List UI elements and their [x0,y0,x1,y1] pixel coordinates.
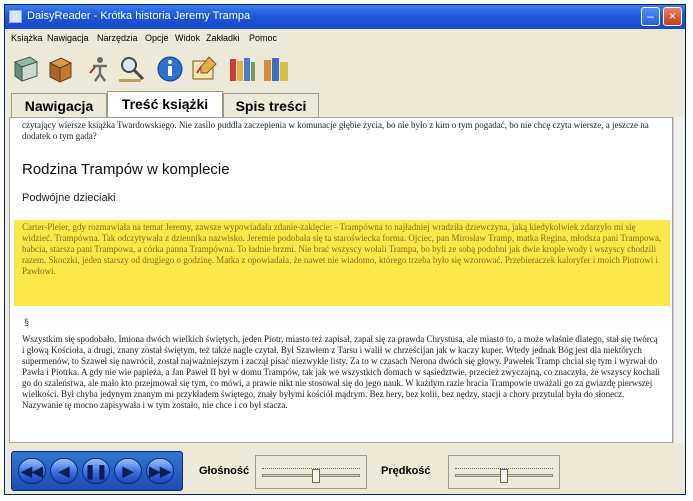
accessibility-icon[interactable] [83,53,113,85]
section-heading: Podwójne dzieciaki [22,192,116,204]
chapter-heading: Rodzina Trampów w komplecie [22,161,230,178]
speed-label: Prędkość [381,465,431,477]
books-icon[interactable] [261,53,291,85]
info-icon[interactable] [155,53,185,85]
play-icon[interactable]: ▶ [114,458,142,484]
title-bar[interactable]: DaisyReader - Krótka historia Jeremy Tra… [5,5,685,29]
search-icon[interactable] [117,53,147,85]
highlighted-paragraph: Carter-Pleier, gdy rozmawiała na temat J… [22,222,662,276]
menu-pomoc[interactable]: Pomoc [249,33,277,43]
app-icon [9,10,22,23]
menu-narzedzia[interactable]: Narzędzia [97,33,138,43]
close-icon[interactable]: × [663,7,682,26]
player-bar: ◀◀ ◀ ❚❚ ▶ ▶▶ Głośność Prędkość [5,447,685,494]
book-content[interactable]: czytający wiersze książka Twardowskiego.… [9,117,673,443]
tab-nawigacja[interactable]: Nawigacja [11,93,107,117]
menu-widok[interactable]: Widok [175,33,200,43]
library-icon[interactable] [227,53,257,85]
vertical-scrollbar[interactable] [673,117,685,443]
speed-slider[interactable] [448,455,560,489]
step-back-icon[interactable]: ◀ [50,458,78,484]
book-icon[interactable] [11,53,41,85]
menu-bar: Książka Nawigacja Narzędzia Opcje Widok … [5,31,685,47]
tab-spis-tresci[interactable]: Spis treści [223,93,319,117]
menu-ksiazka[interactable]: Książka [11,33,43,43]
fast-forward-icon[interactable]: ▶▶ [146,458,174,484]
volume-label: Głośność [199,465,250,477]
preceding-paragraph: czytający wiersze książka Twardowskiego.… [22,120,649,141]
speed-ticks [455,462,553,469]
rewind-start-icon[interactable]: ◀◀ [18,458,46,484]
window-title: DaisyReader - Krótka historia Jeremy Tra… [27,10,251,22]
tab-strip: Nawigacja Treść książki Spis treści [5,91,685,118]
menu-zakladki[interactable]: Zakładki [206,33,240,43]
tab-tresc-ksiazki[interactable]: Treść książki [107,91,223,118]
toolbar [5,49,685,93]
body-paragraph: Wszystkim się spodobało. Imiona dwóch wi… [22,334,660,410]
menu-nawigacja[interactable]: Nawigacja [47,33,89,43]
app-window: DaisyReader - Krótka historia Jeremy Tra… [4,4,686,495]
playback-controls: ◀◀ ◀ ❚❚ ▶ ▶▶ [11,451,183,491]
volume-knob[interactable] [311,469,320,483]
section-marker: § [24,317,30,327]
volume-ticks [262,462,360,469]
speed-knob[interactable] [500,469,508,483]
minimize-icon[interactable]: – [641,7,660,26]
volume-slider[interactable] [255,455,367,489]
pause-icon[interactable]: ❚❚ [82,458,110,484]
edit-icon[interactable] [189,53,219,85]
menu-opcje[interactable]: Opcje [145,33,169,43]
box-icon[interactable] [45,53,75,85]
